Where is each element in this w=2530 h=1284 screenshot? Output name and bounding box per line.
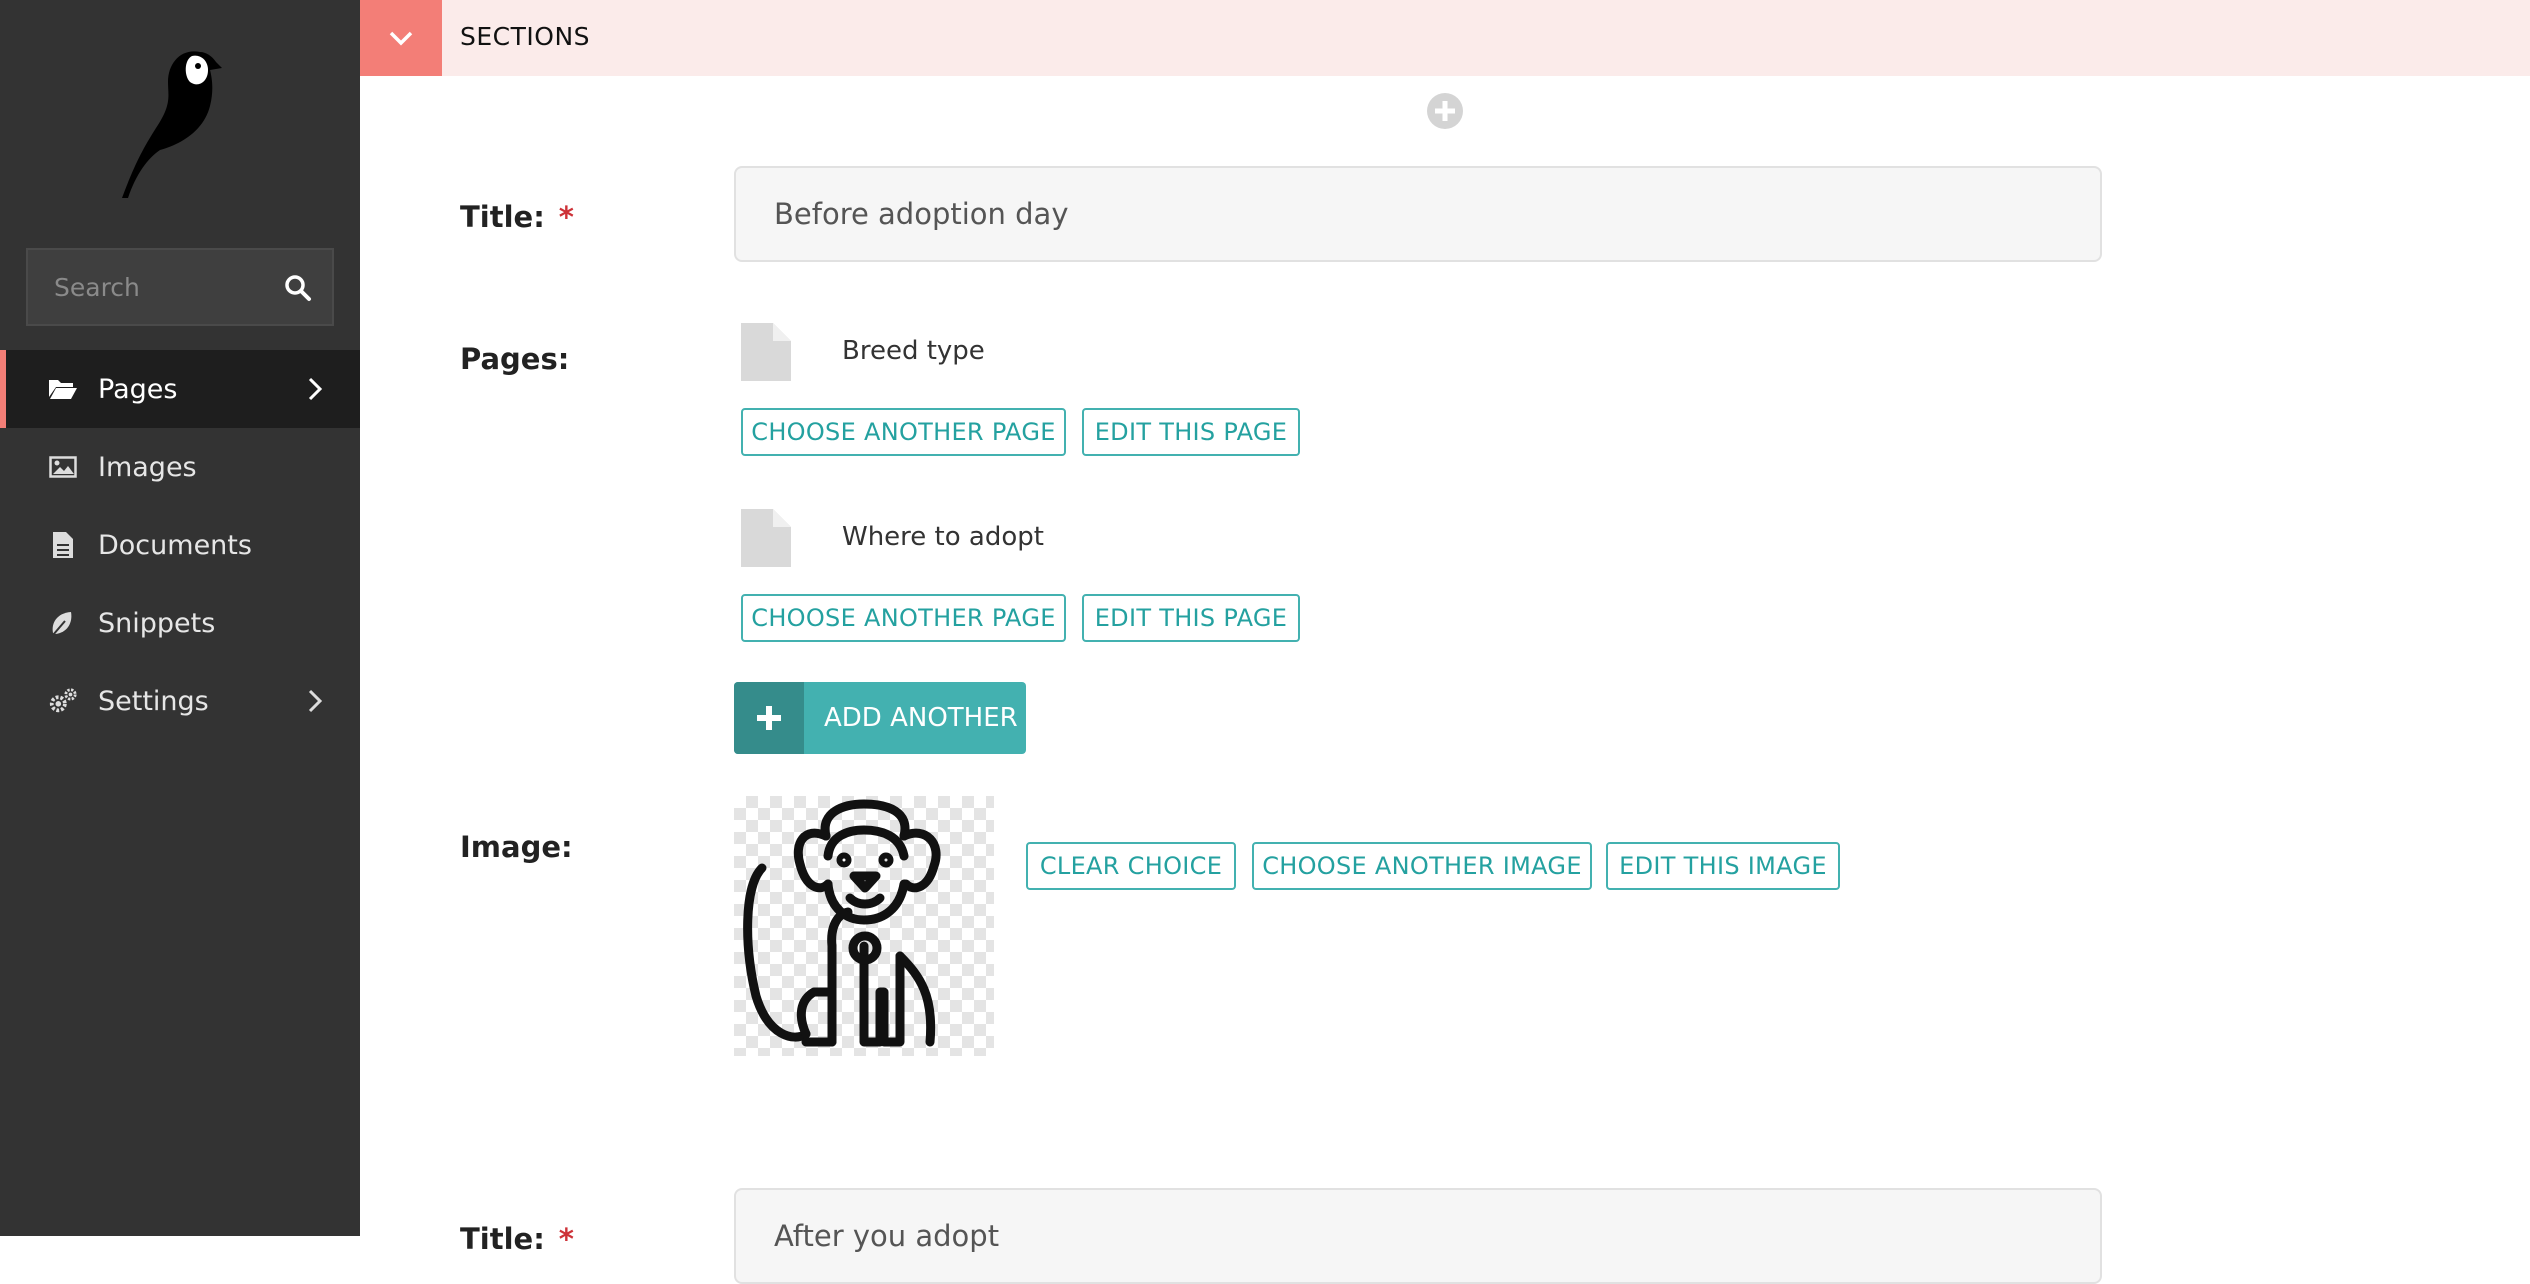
search-input[interactable]: [28, 250, 268, 324]
wagtail-logo[interactable]: [112, 42, 242, 202]
cogs-icon: [48, 687, 78, 715]
title-field-label: Title: *: [460, 1222, 574, 1256]
image-field-label: Image:: [460, 830, 573, 864]
title-input[interactable]: Before adoption day: [734, 166, 2102, 262]
snippets-icon: [48, 609, 78, 637]
menu-item-label: Images: [98, 451, 197, 483]
document-icon: [48, 531, 78, 559]
title-input-value: After you adopt: [774, 1219, 1000, 1253]
search-box: [26, 248, 334, 326]
dog-outline-image: [743, 799, 941, 1047]
page-icon: [741, 323, 791, 381]
chevron-right-icon: [308, 377, 323, 401]
chevron-down-icon: [389, 31, 413, 46]
choose-another-image-button[interactable]: CHOOSE ANOTHER IMAGE: [1252, 842, 1592, 890]
image-preview: [734, 796, 994, 1056]
search-icon[interactable]: [284, 274, 312, 302]
chosen-page-name: Breed type: [842, 336, 985, 366]
edit-this-image-button[interactable]: EDIT THIS IMAGE: [1606, 842, 1840, 890]
page-icon: [741, 509, 791, 567]
choose-another-page-button[interactable]: CHOOSE ANOTHER PAGE: [741, 408, 1066, 456]
collapse-sections-button[interactable]: [360, 0, 442, 76]
chosen-page-name: Where to adopt: [842, 522, 1044, 552]
add-another-button[interactable]: ADD ANOTHER: [734, 682, 1026, 754]
menu-item-images[interactable]: Images: [0, 428, 360, 506]
menu-item-label: Documents: [98, 529, 252, 561]
title-input-value: Before adoption day: [774, 197, 1069, 231]
sidebar: Pages Images Documents Snippets Setti: [0, 0, 360, 1236]
pages-field-label: Pages:: [460, 342, 570, 376]
image-icon: [48, 453, 78, 481]
choose-another-page-button[interactable]: CHOOSE ANOTHER PAGE: [741, 594, 1066, 642]
add-another-label: ADD ANOTHER: [824, 703, 1018, 733]
edit-this-page-button[interactable]: EDIT THIS PAGE: [1082, 408, 1300, 456]
chevron-right-icon: [308, 689, 323, 713]
plus-icon: [734, 682, 804, 754]
required-marker: *: [558, 200, 574, 234]
title-input[interactable]: After you adopt: [734, 1188, 2102, 1284]
menu-item-settings[interactable]: Settings: [0, 662, 360, 740]
folder-open-icon: [48, 375, 78, 403]
title-label-text: Title:: [460, 1222, 545, 1256]
menu-item-label: Pages: [98, 373, 178, 405]
add-block-icon[interactable]: [1426, 92, 1464, 130]
title-label-text: Title:: [460, 200, 545, 234]
menu-item-pages[interactable]: Pages: [0, 350, 360, 428]
edit-this-page-button[interactable]: EDIT THIS PAGE: [1082, 594, 1300, 642]
title-field-label: Title: *: [460, 200, 574, 234]
sections-header: SECTIONS: [360, 0, 2530, 76]
menu-item-label: Settings: [98, 685, 209, 717]
main-menu: Pages Images Documents Snippets Settings: [0, 350, 360, 740]
menu-item-snippets[interactable]: Snippets: [0, 584, 360, 662]
menu-item-documents[interactable]: Documents: [0, 506, 360, 584]
required-marker: *: [558, 1222, 574, 1256]
sections-title: SECTIONS: [460, 22, 591, 51]
clear-choice-button[interactable]: CLEAR CHOICE: [1026, 842, 1236, 890]
menu-item-label: Snippets: [98, 607, 216, 639]
